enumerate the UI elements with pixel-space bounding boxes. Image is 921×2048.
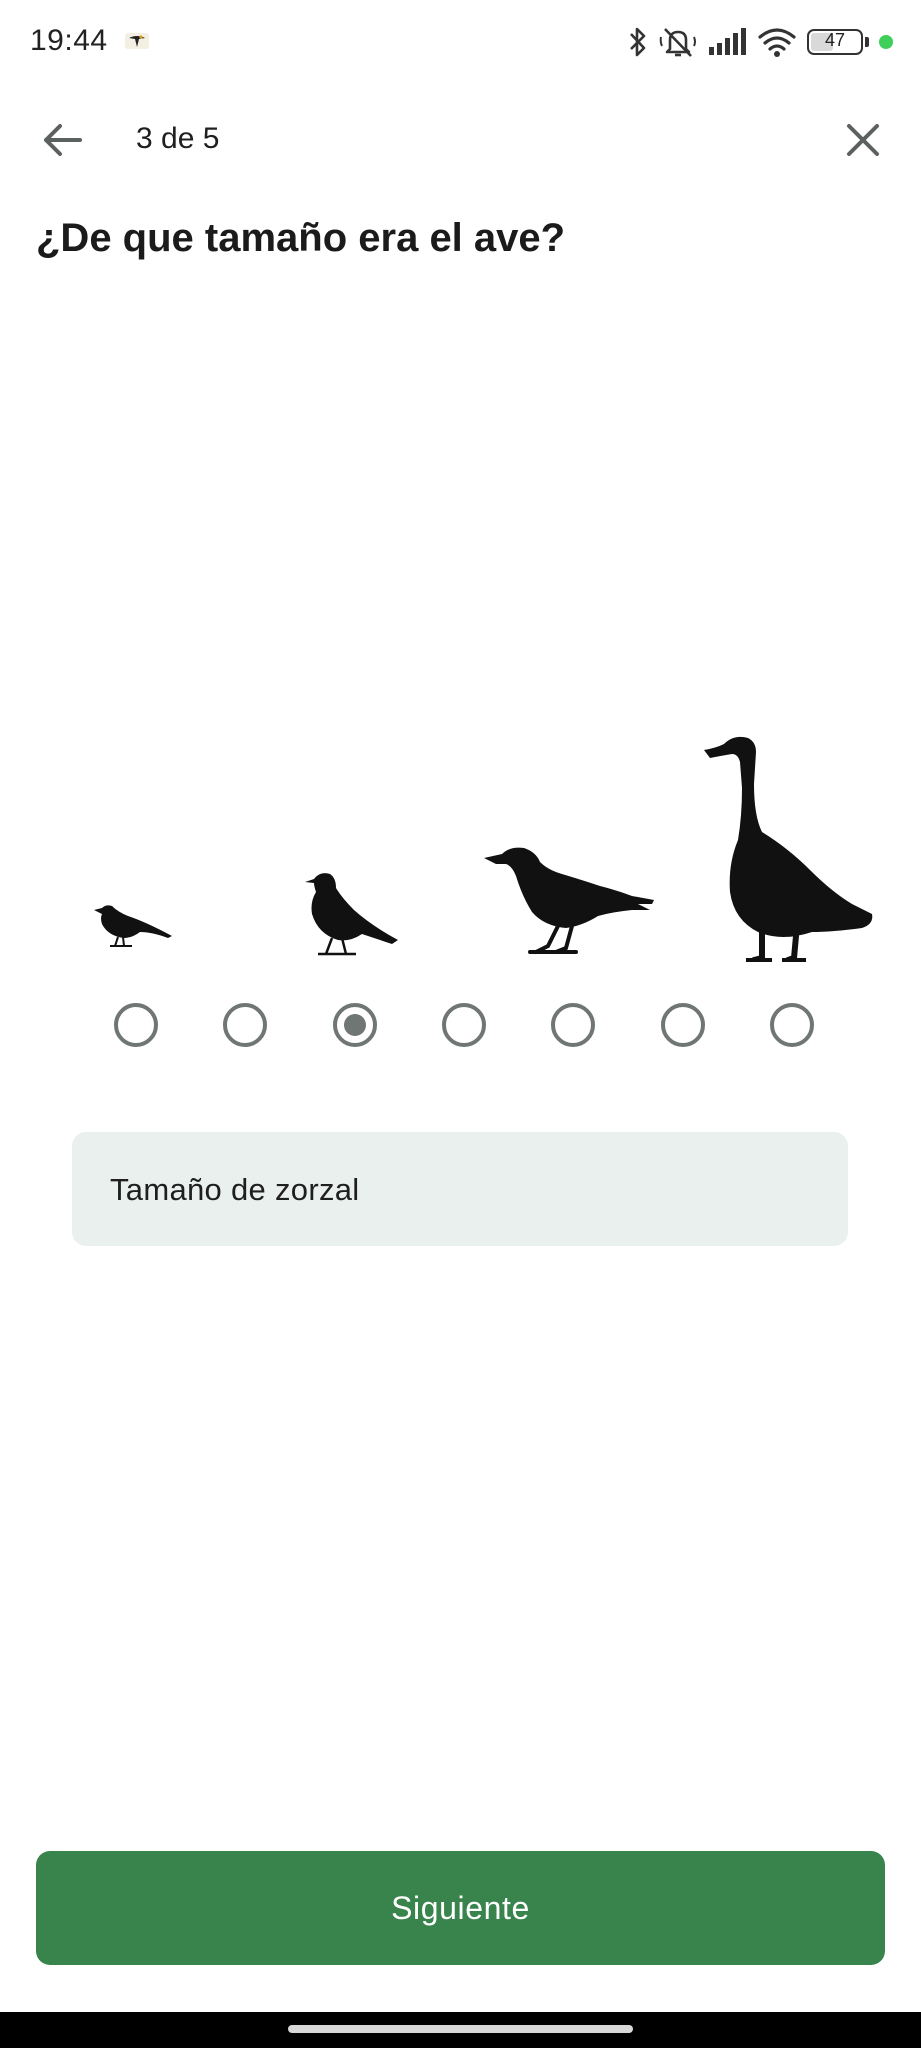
sparrow-silhouette <box>94 905 172 947</box>
thrush-silhouette <box>305 873 398 956</box>
step-indicator: 3 de 5 <box>136 122 220 155</box>
app-bar: 3 de 5 <box>0 96 921 180</box>
close-icon[interactable] <box>837 114 889 166</box>
privacy-indicator-dot <box>879 35 893 49</box>
battery-icon: 47 <box>807 29 863 55</box>
status-icons: 47 <box>627 22 893 62</box>
battery-level: 47 <box>824 30 846 50</box>
selected-size-label: Tamaño de zorzal <box>110 1172 360 1207</box>
size-options <box>0 1003 921 1053</box>
size-option-1[interactable] <box>114 1003 158 1047</box>
home-indicator[interactable] <box>288 2025 633 2033</box>
size-option-4[interactable] <box>442 1003 486 1047</box>
status-time: 19:44 <box>30 24 108 57</box>
size-option-5[interactable] <box>551 1003 595 1047</box>
crow-silhouette <box>484 847 654 954</box>
bird-size-illustrations <box>0 720 921 970</box>
selected-size-box: Tamaño de zorzal <box>72 1132 848 1246</box>
signal-icon <box>709 28 746 55</box>
page-title: ¿De que tamaño era el ave? <box>36 216 566 260</box>
next-button[interactable]: Siguiente <box>36 1851 885 1965</box>
bluetooth-icon <box>630 27 646 57</box>
system-nav-bar <box>0 2012 921 2048</box>
size-option-2[interactable] <box>223 1003 267 1047</box>
bird-app-icon <box>125 33 149 49</box>
arrow-back-icon[interactable] <box>36 114 88 166</box>
size-option-7[interactable] <box>770 1003 814 1047</box>
wifi-icon <box>758 28 796 57</box>
mute-icon <box>659 28 696 57</box>
status-bar: 19:44 47 <box>0 0 921 84</box>
size-option-6[interactable] <box>661 1003 705 1047</box>
goose-silhouette <box>704 736 873 962</box>
battery-tip <box>865 37 869 47</box>
size-option-3[interactable] <box>333 1003 377 1047</box>
